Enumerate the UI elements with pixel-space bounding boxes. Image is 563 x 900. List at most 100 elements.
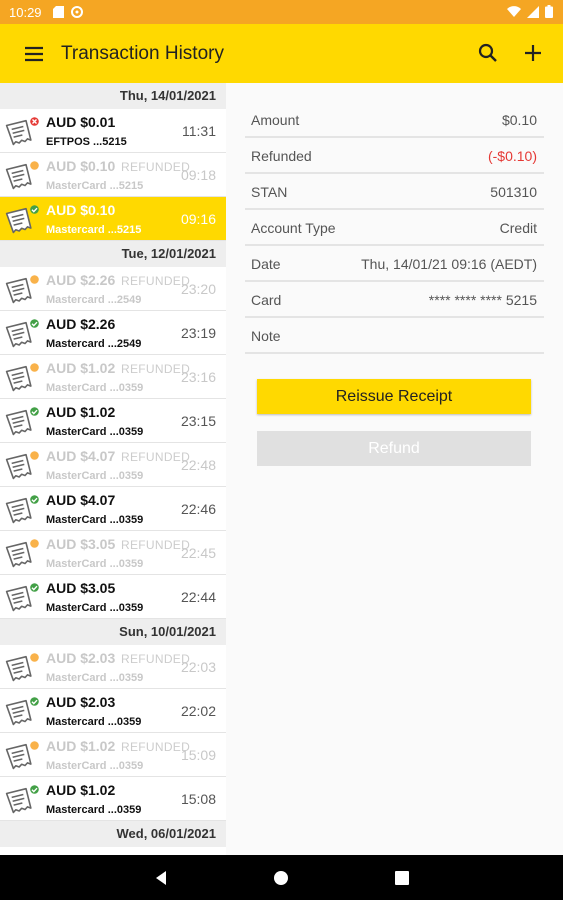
transaction-row[interactable]: AUD $4.07 MasterCard ...0359 22:46 <box>0 487 226 531</box>
refund-receipt-icon <box>5 275 39 304</box>
transaction-card: MasterCard ...0359 <box>46 602 144 614</box>
declined-receipt-icon <box>5 117 39 146</box>
transaction-card: MasterCard ...0359 <box>46 558 144 570</box>
refunded-tag: REFUNDED <box>121 362 191 376</box>
back-icon[interactable] <box>153 870 169 886</box>
transaction-time: 09:16 <box>180 211 216 227</box>
detail-value: (-$0.10) <box>487 148 537 164</box>
add-icon[interactable] <box>521 41 545 65</box>
refund-receipt-icon <box>5 539 39 568</box>
transaction-row[interactable]: AUD $2.03REFUNDEDMasterCard ...0359 <box>0 847 226 855</box>
transaction-row[interactable]: AUD $1.02 REFUNDED MasterCard ...0359 23:16 <box>0 355 226 399</box>
search-icon[interactable] <box>476 41 500 65</box>
transaction-amount: AUD $0.01 <box>46 114 116 130</box>
transaction-row[interactable]: AUD $3.05 REFUNDED MasterCard ...0359 22:45 <box>0 531 226 575</box>
status-indicators <box>507 5 553 18</box>
transaction-row[interactable]: AUD $0.10 REFUNDED MasterCard ...5215 09:18 <box>0 153 226 197</box>
refunded-tag: REFUNDED <box>121 740 191 754</box>
date-header: Tue, 12/01/2021 <box>0 241 226 267</box>
transaction-row[interactable]: AUD $3.05 MasterCard ...0359 22:44 <box>0 575 226 619</box>
transaction-card: MasterCard ...0359 <box>46 426 144 438</box>
detail-row-date: Date Thu, 14/01/21 09:16 (AEDT) <box>245 246 544 282</box>
transaction-time: 22:48 <box>180 457 216 473</box>
status-time: 10:29 <box>9 5 42 20</box>
transaction-card: Mastercard ...2549 <box>46 294 142 306</box>
transaction-row[interactable]: AUD $4.07 REFUNDED MasterCard ...0359 22:48 <box>0 443 226 487</box>
transaction-amount: AUD $3.05 <box>46 580 116 596</box>
detail-label: STAN <box>251 184 288 200</box>
transaction-amount: AUD $2.26 <box>46 272 116 288</box>
transaction-details: Amount $0.10 Refunded (-$0.10) STAN 501310 Acc… <box>245 102 544 354</box>
app-bar: Transaction History <box>0 24 563 83</box>
transaction-time: 22:02 <box>180 703 216 719</box>
transaction-row[interactable]: AUD $1.02 REFUNDED MasterCard ...0359 15:09 <box>0 733 226 777</box>
transaction-time: 23:15 <box>180 413 216 429</box>
detail-row-account-type: Account Type Credit <box>245 210 544 246</box>
transaction-row[interactable]: AUD $2.03 REFUNDED MasterCard ...0359 22:03 <box>0 645 226 689</box>
transaction-card: Mastercard ...0359 <box>46 804 142 816</box>
detail-row-amount: Amount $0.10 <box>245 102 544 138</box>
transaction-list[interactable]: Thu, 14/01/2021 AUD $0.01 EFTPOS ...5215 11… <box>0 83 226 855</box>
transaction-amount: AUD $2.03 <box>46 694 116 710</box>
page-title: Transaction History <box>61 43 224 64</box>
transaction-card: MasterCard ...0359 <box>46 760 144 772</box>
approved-receipt-icon <box>5 495 39 524</box>
transaction-row-selected[interactable]: AUD $0.10 Mastercard ...5215 09:16 <box>0 197 226 241</box>
transaction-time: 11:31 <box>182 123 216 139</box>
detail-value: 501310 <box>490 184 537 200</box>
transaction-card: Mastercard ...5215 <box>46 224 142 236</box>
status-bar: 10:29 <box>0 0 563 24</box>
reissue-receipt-button[interactable]: Reissue Receipt <box>257 379 531 414</box>
approved-receipt-icon <box>5 319 39 348</box>
refunded-tag: REFUNDED <box>121 160 191 174</box>
transaction-amount: AUD $2.26 <box>46 316 116 332</box>
transaction-row[interactable]: AUD $2.26 REFUNDED Mastercard ...2549 23:20 <box>0 267 226 311</box>
refunded-tag: REFUNDED <box>121 652 191 666</box>
home-icon[interactable] <box>273 870 289 886</box>
approved-receipt-icon <box>5 583 39 612</box>
transaction-row[interactable]: AUD $2.03 Mastercard ...0359 22:02 <box>0 689 226 733</box>
transaction-row[interactable]: AUD $2.26 Mastercard ...2549 23:19 <box>0 311 226 355</box>
transaction-row[interactable]: AUD $0.01 EFTPOS ...5215 11:31 <box>0 109 226 153</box>
detail-value: **** **** **** 5215 <box>428 292 537 308</box>
refund-receipt-icon <box>5 161 39 190</box>
approved-receipt-icon <box>5 407 39 436</box>
recents-icon[interactable] <box>394 870 410 886</box>
transaction-time: 22:03 <box>180 659 216 675</box>
refunded-tag: REFUNDED <box>121 274 191 288</box>
detail-value: Thu, 14/01/21 09:16 (AEDT) <box>361 256 537 272</box>
refund-receipt-icon <box>5 363 39 392</box>
navigation-bar <box>0 855 563 900</box>
approved-receipt-icon <box>5 205 39 234</box>
detail-label: Refunded <box>251 148 312 164</box>
transaction-card: MasterCard ...0359 <box>46 382 144 394</box>
transaction-card: MasterCard ...5215 <box>46 180 144 192</box>
transaction-time: 09:18 <box>180 167 216 183</box>
transaction-time: 23:19 <box>180 325 216 341</box>
transaction-time: 22:45 <box>180 545 216 561</box>
detail-row-stan: STAN 501310 <box>245 174 544 210</box>
transaction-amount: AUD $3.05 <box>46 536 116 552</box>
transaction-row[interactable]: AUD $1.02 MasterCard ...0359 23:15 <box>0 399 226 443</box>
menu-icon[interactable] <box>22 42 46 66</box>
transaction-card: EFTPOS ...5215 <box>46 136 127 148</box>
detail-label: Account Type <box>251 220 336 236</box>
transaction-time: 23:16 <box>180 369 216 385</box>
transaction-row[interactable]: AUD $1.02 Mastercard ...0359 15:08 <box>0 777 226 821</box>
approved-receipt-icon <box>5 785 39 814</box>
refund-receipt-icon <box>5 653 39 682</box>
refund-button[interactable]: Refund <box>257 431 531 466</box>
transaction-amount: AUD $1.02 <box>46 360 116 376</box>
settings-icon <box>71 6 83 18</box>
transaction-card: MasterCard ...0359 <box>46 514 144 526</box>
transaction-time: 22:44 <box>180 589 216 605</box>
detail-label: Amount <box>251 112 300 128</box>
transaction-time: 22:46 <box>180 501 216 517</box>
battery-icon <box>545 5 553 18</box>
refunded-tag: REFUNDED <box>121 450 191 464</box>
transaction-amount: AUD $1.02 <box>46 782 116 798</box>
approved-receipt-icon <box>5 697 39 726</box>
transaction-amount: AUD $0.10 <box>46 202 116 218</box>
transaction-card: Mastercard ...2549 <box>46 338 142 350</box>
transaction-time: 15:08 <box>180 791 216 807</box>
